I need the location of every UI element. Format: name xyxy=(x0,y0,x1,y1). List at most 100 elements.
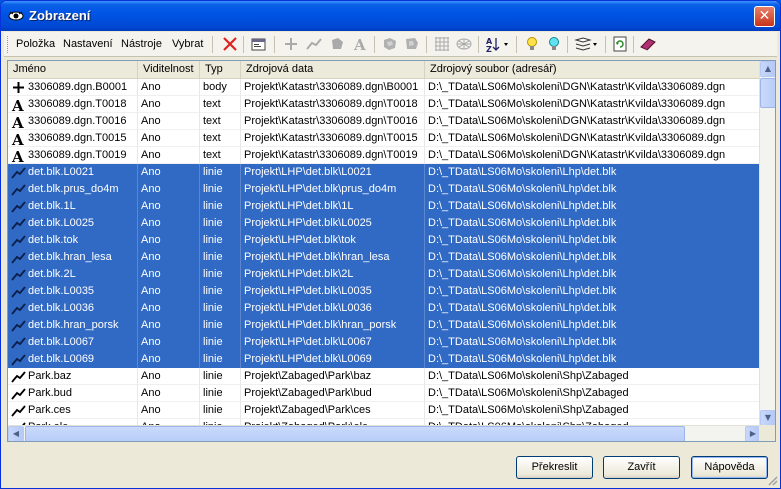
cell-file: D:\_TData\LS06Mo\skoleni\DGN\Katastr\Kvi… xyxy=(428,149,726,161)
properties-icon[interactable] xyxy=(250,35,268,53)
cell-vis: Ano xyxy=(138,351,200,368)
column-header-visibility[interactable]: Viditelnost xyxy=(138,61,200,79)
cell-data: Projekt\LHP\det.blk\L0036 xyxy=(241,300,425,317)
table-row[interactable]: det.blk.1L Ano linie Projekt\LHP\det.blk\1L… xyxy=(8,198,761,215)
cell-vis: Ano xyxy=(138,215,200,232)
cell-type: linie xyxy=(200,402,241,419)
cell-file: D:\_TData\LS06Mo\skoleni\Lhp\det.blk xyxy=(428,234,617,246)
menu-vybrat[interactable]: Vybrat xyxy=(172,38,203,50)
cell-type: text xyxy=(200,147,241,164)
table-row[interactable]: A 3306089.dgn.T0019 Ano text Projekt\Katastr… xyxy=(8,147,761,164)
cell-file: D:\_TData\LS06Mo\skoleni\Lhp\det.blk xyxy=(428,319,617,331)
cell-type: text xyxy=(200,130,241,147)
table-row[interactable]: 3306089.dgn.B0001 Ano body Projekt\Katastr\… xyxy=(8,79,761,96)
cell-name: det.blk.L0021 xyxy=(8,164,138,181)
cell-name: det.blk.L0036 xyxy=(8,300,138,317)
column-header-source-file[interactable]: Zdrojový soubor (adresář) xyxy=(425,61,761,79)
title-bar[interactable]: Zobrazení ✕ xyxy=(1,1,780,31)
horizontal-scroll-thumb[interactable] xyxy=(25,426,685,441)
table-row[interactable]: A 3306089.dgn.T0015 Ano text Projekt\Katastr… xyxy=(8,130,761,147)
table-row[interactable]: det.blk.hran_porsk Ano linie Projekt\LHP\de… xyxy=(8,317,761,334)
column-header-source-data[interactable]: Zdrojová data xyxy=(241,61,425,79)
cell-name: det.blk.L0067 xyxy=(8,334,138,351)
sort-icon[interactable]: A Z xyxy=(485,35,511,53)
add-text-icon[interactable]: A xyxy=(351,35,369,53)
cell-name: Park.bud xyxy=(8,385,138,402)
book-icon[interactable] xyxy=(639,35,657,53)
table-row[interactable]: det.blk.hran_lesa Ano linie Projekt\LHP\det… xyxy=(8,249,761,266)
add-area-icon[interactable] xyxy=(328,35,346,53)
toolbar-separator xyxy=(633,36,634,53)
cell-file: D:\_TData\LS06Mo\skoleni\Shp\Zabaged xyxy=(428,404,629,416)
table-row[interactable]: A 3306089.dgn.T0016 Ano text Projekt\Katastr… xyxy=(8,113,761,130)
cell-type: linie xyxy=(200,300,241,317)
cell-type: linie xyxy=(200,283,241,300)
layer-icon-1[interactable] xyxy=(381,35,399,53)
bulb-cyan-icon[interactable] xyxy=(545,35,563,53)
cell-type: linie xyxy=(200,198,241,215)
cell-type: linie xyxy=(200,368,241,385)
menu-nastaveni[interactable]: Nastavení xyxy=(63,38,113,50)
table-row[interactable]: det.blk.prus_do4m Ano linie Projekt\LHP\det… xyxy=(8,181,761,198)
cell-name: det.blk.L0025 xyxy=(8,215,138,232)
delete-icon[interactable] xyxy=(221,35,239,53)
cell-file: D:\_TData\LS06Mo\skoleni\Shp\Zabaged xyxy=(428,370,629,382)
cell-type: body xyxy=(200,79,241,96)
cell-name: det.blk.tok xyxy=(8,232,138,249)
table-row[interactable]: Park.bud Ano linie Projekt\Zabaged\Park\bud… xyxy=(8,385,761,402)
table-row[interactable]: det.blk.L0021 Ano linie Projekt\LHP\det.blk… xyxy=(8,164,761,181)
table-row[interactable]: Park.ces Ano linie Projekt\Zabaged\Park\ces… xyxy=(8,402,761,419)
table-row[interactable]: det.blk.L0069 Ano linie Projekt\LHP\det.blk… xyxy=(8,351,761,368)
cell-file: D:\_TData\LS06Mo\skoleni\Lhp\det.blk xyxy=(428,183,617,195)
menu-nastroje[interactable]: Nástroje xyxy=(121,38,162,50)
refresh-icon[interactable] xyxy=(611,35,629,53)
scroll-down-button[interactable]: ▼ xyxy=(760,410,775,426)
cell-vis: Ano xyxy=(138,368,200,385)
cell-vis: Ano xyxy=(138,79,200,96)
cell-vis: Ano xyxy=(138,181,200,198)
close-window-button[interactable]: ✕ xyxy=(754,6,775,27)
horizontal-scrollbar[interactable]: ◀ ▶ xyxy=(8,425,761,441)
cell-file: D:\_TData\LS06Mo\skoleni\DGN\Katastr\Kvi… xyxy=(428,81,726,93)
cell-data: Projekt\LHP\det.blk\hran_porsk xyxy=(241,317,425,334)
grid-icon[interactable] xyxy=(433,35,451,53)
table-row[interactable]: det.blk.2L Ano linie Projekt\LHP\det.blk\2L… xyxy=(8,266,761,283)
add-line-icon[interactable] xyxy=(305,35,323,53)
help-button[interactable]: Nápověda xyxy=(691,456,768,479)
cell-name: det.blk.prus_do4m xyxy=(8,181,138,198)
mesh-icon[interactable] xyxy=(455,35,473,53)
table-row[interactable]: A 3306089.dgn.T0018 Ano text Projekt\Katastr… xyxy=(8,96,761,113)
table-row[interactable]: det.blk.L0035 Ano linie Projekt\LHP\det.blk… xyxy=(8,283,761,300)
cell-vis: Ano xyxy=(138,164,200,181)
column-header-name[interactable]: Jméno xyxy=(8,61,138,79)
cell-type: text xyxy=(200,113,241,130)
toolbar-grip[interactable] xyxy=(7,36,10,53)
add-point-icon[interactable] xyxy=(282,35,300,53)
cell-vis: Ano xyxy=(138,385,200,402)
resize-grip[interactable] xyxy=(766,474,778,486)
layer-icon-2[interactable] xyxy=(403,35,421,53)
menu-polozka[interactable]: Položka xyxy=(16,38,55,50)
layers-menu-icon[interactable] xyxy=(574,35,600,53)
scroll-left-button[interactable]: ◀ xyxy=(8,426,24,441)
cell-data: Projekt\Katastr\3306089.dgn\T0019 xyxy=(241,147,425,164)
table-row[interactable]: Park.baz Ano linie Projekt\Zabaged\Park\baz… xyxy=(8,368,761,385)
table-row[interactable]: det.blk.L0036 Ano linie Projekt\LHP\det.blk… xyxy=(8,300,761,317)
close-button[interactable]: Zavřít xyxy=(603,456,680,479)
table-row[interactable]: det.blk.L0067 Ano linie Projekt\LHP\det.blk… xyxy=(8,334,761,351)
svg-text:A: A xyxy=(353,36,366,53)
table-row[interactable]: det.blk.tok Ano linie Projekt\LHP\det.blk\t… xyxy=(8,232,761,249)
column-header-type[interactable]: Typ xyxy=(200,61,241,79)
toolbar-separator xyxy=(243,36,244,53)
cell-name: 3306089.dgn.T0015 xyxy=(8,130,138,147)
vertical-scrollbar[interactable]: ▲ ▼ xyxy=(759,61,775,426)
cell-file: D:\_TData\LS06Mo\skoleni\Lhp\det.blk xyxy=(428,302,617,314)
bulb-yellow-icon[interactable] xyxy=(523,35,541,53)
vertical-scroll-thumb[interactable] xyxy=(760,78,775,108)
cell-data: Projekt\Zabaged\Park\ces xyxy=(241,402,425,419)
redraw-button[interactable]: Překreslit xyxy=(516,456,593,479)
scroll-up-button[interactable]: ▲ xyxy=(760,61,775,77)
layers-table[interactable]: Jméno Viditelnost Typ Zdrojová data Zdro… xyxy=(7,60,776,442)
table-row[interactable]: det.blk.L0025 Ano linie Projekt\LHP\det.blk… xyxy=(8,215,761,232)
table-header: Jméno Viditelnost Typ Zdrojová data Zdro… xyxy=(8,61,761,79)
